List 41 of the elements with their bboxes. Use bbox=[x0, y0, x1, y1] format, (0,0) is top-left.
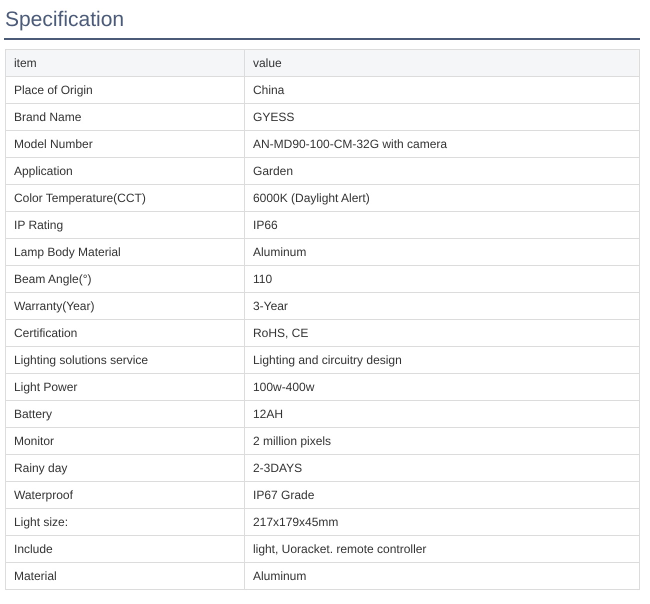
table-cell: 12AH bbox=[244, 400, 640, 428]
column-header: item bbox=[6, 50, 244, 76]
table-cell: Light Power bbox=[6, 374, 244, 400]
table-cell: Material bbox=[6, 562, 244, 590]
table-cell: 100w-400w bbox=[244, 374, 640, 400]
table-cell: Color Temperature(CCT) bbox=[6, 184, 244, 212]
table-cell: Model Number bbox=[6, 130, 244, 158]
table-cell: Battery bbox=[6, 400, 244, 428]
table-cell: Monitor bbox=[6, 428, 244, 454]
table-cell: 6000K (Daylight Alert) bbox=[244, 184, 640, 212]
table-cell: light, Uoracket. remote controller bbox=[244, 536, 640, 562]
table-cell: IP66 bbox=[244, 212, 640, 238]
table-cell: Light size: bbox=[6, 508, 244, 536]
table-cell: Warranty(Year) bbox=[6, 292, 244, 320]
table-cell: Lighting and circuitry design bbox=[244, 346, 640, 374]
table-cell: Beam Angle(°) bbox=[6, 266, 244, 292]
table-cell: 2-3DAYS bbox=[244, 454, 640, 482]
table-cell: 217x179x45mm bbox=[244, 508, 640, 536]
column-header: value bbox=[244, 50, 640, 76]
table-cell: AN-MD90-100-CM-32G with camera bbox=[244, 130, 640, 158]
table-cell: 2 million pixels bbox=[244, 428, 640, 454]
table-cell: Garden bbox=[244, 158, 640, 184]
table-cell: IP Rating bbox=[6, 212, 244, 238]
table-cell: Include bbox=[6, 536, 244, 562]
table-cell: GYESS bbox=[244, 104, 640, 130]
table-cell: RoHS, CE bbox=[244, 320, 640, 346]
table-cell: Waterproof bbox=[6, 482, 244, 508]
table-cell: China bbox=[244, 76, 640, 104]
table-cell: IP67 Grade bbox=[244, 482, 640, 508]
table-cell: Place of Origin bbox=[6, 76, 244, 104]
table-cell: Brand Name bbox=[6, 104, 244, 130]
table-cell: Lamp Body Material bbox=[6, 238, 244, 266]
table-cell: Aluminum bbox=[244, 238, 640, 266]
section-title: Specification bbox=[4, 4, 640, 40]
table-cell: Lighting solutions service bbox=[6, 346, 244, 374]
table-cell: 3-Year bbox=[244, 292, 640, 320]
table-cell: Application bbox=[6, 158, 244, 184]
table-cell: 110 bbox=[244, 266, 640, 292]
table-cell: Rainy day bbox=[6, 454, 244, 482]
table-cell: Certification bbox=[6, 320, 244, 346]
table-cell: Aluminum bbox=[244, 562, 640, 590]
